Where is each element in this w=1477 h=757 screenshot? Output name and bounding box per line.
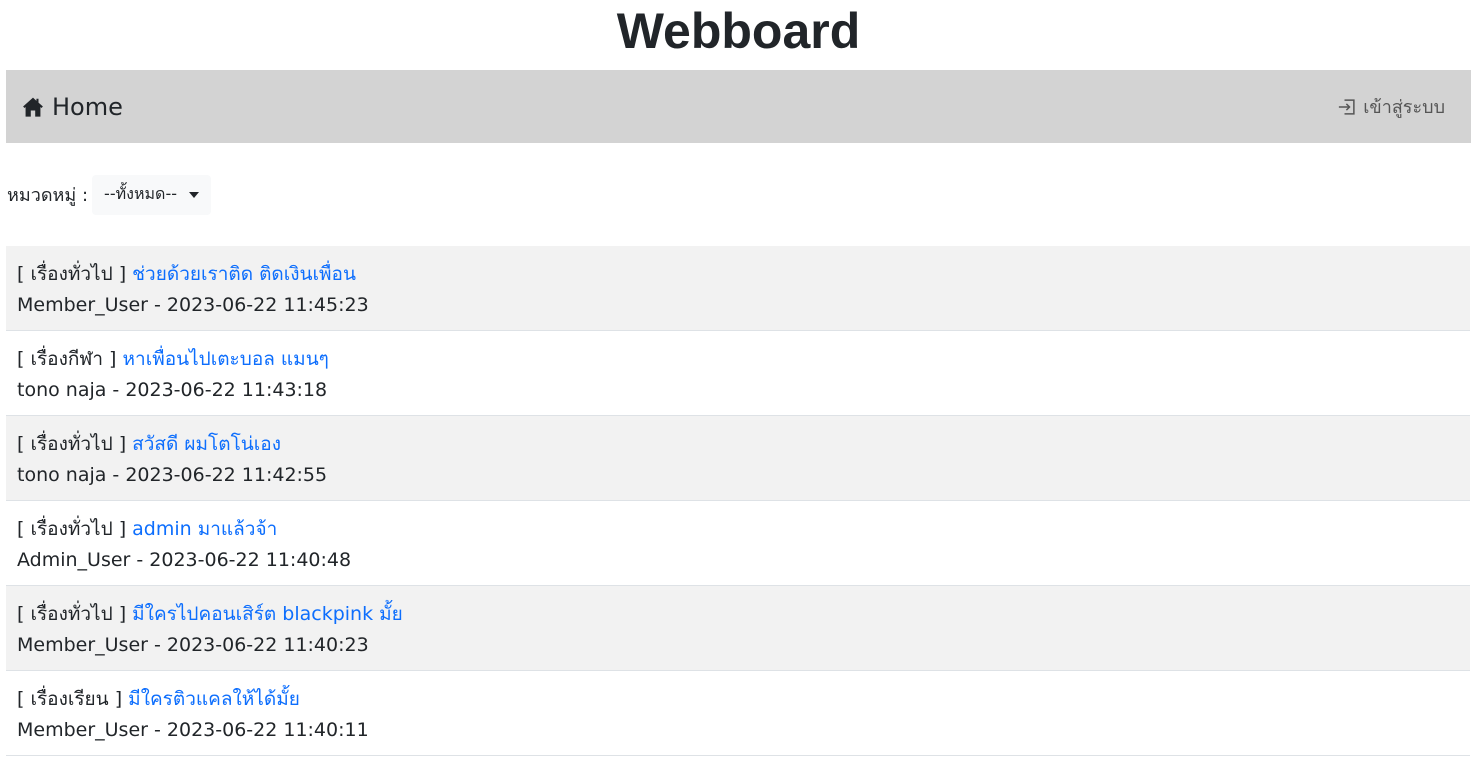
- table-row: [ เรื่องเรียน ] มีใครติวแคลให้ได้มั้ย Me…: [6, 671, 1470, 756]
- login-link[interactable]: เข้าสู่ระบบ: [1337, 92, 1445, 121]
- topic-title-link[interactable]: มีใครไปคอนเสิร์ต blackpink มั้ย: [132, 603, 403, 625]
- category-select[interactable]: --ทั้งหมด--: [92, 174, 211, 215]
- home-link[interactable]: Home: [22, 93, 123, 121]
- topic-category: [ เรื่องกีฬา ]: [17, 348, 117, 370]
- topic-list: [ เรื่องทั่วไป ] ช่วยด้วยเราติด ติดเงินเ…: [6, 246, 1470, 756]
- table-row: [ เรื่องทั่วไป ] มีใครไปคอนเสิร์ต blackp…: [6, 586, 1470, 671]
- category-filter-label: หมวดหมู่ :: [7, 185, 89, 206]
- table-row: [ เรื่องทั่วไป ] admin มาแล้วจ้า Admin_U…: [6, 501, 1470, 586]
- topic-category: [ เรื่องทั่วไป ]: [17, 518, 127, 540]
- topic-category: [ เรื่องทั่วไป ]: [17, 263, 127, 285]
- topic-meta: Member_User - 2023-06-22 11:40:23: [17, 634, 369, 656]
- topic-meta: Admin_User - 2023-06-22 11:40:48: [17, 549, 352, 571]
- table-row: [ เรื่องกีฬา ] หาเพื่อนไปเตะบอล แมนๆ ton…: [6, 331, 1470, 416]
- topic-meta: tono naja - 2023-06-22 11:42:55: [17, 464, 328, 486]
- table-row: [ เรื่องทั่วไป ] สวัสดี ผมโตโน่เอง tono …: [6, 416, 1470, 501]
- login-label: เข้าสู่ระบบ: [1363, 97, 1445, 118]
- topic-title-link[interactable]: admin มาแล้วจ้า: [132, 518, 277, 540]
- page: Webboard Home เข้าสู่ระบบ หมวดหมู่ : --ท…: [0, 0, 1477, 756]
- category-select-value: --ทั้งหมด--: [104, 184, 177, 203]
- topic-title-link[interactable]: หาเพื่อนไปเตะบอล แมนๆ: [123, 348, 329, 370]
- topic-meta: Member_User - 2023-06-22 11:45:23: [17, 294, 369, 316]
- topic-title-link[interactable]: มีใครติวแคลให้ได้มั้ย: [128, 688, 300, 710]
- home-icon: [22, 96, 44, 118]
- topic-meta: tono naja - 2023-06-22 11:43:18: [17, 379, 328, 401]
- topic-title-link[interactable]: สวัสดี ผมโตโน่เอง: [132, 433, 281, 455]
- topic-title-link[interactable]: ช่วยด้วยเราติด ติดเงินเพื่อน: [132, 263, 356, 285]
- topic-category: [ เรื่องทั่วไป ]: [17, 433, 127, 455]
- topic-meta: Member_User - 2023-06-22 11:40:11: [17, 719, 369, 741]
- topic-category: [ เรื่องทั่วไป ]: [17, 603, 127, 625]
- table-row: [ เรื่องทั่วไป ] ช่วยด้วยเราติด ติดเงินเ…: [6, 246, 1470, 331]
- page-title: Webboard: [616, 3, 861, 59]
- chevron-down-icon: [188, 191, 199, 198]
- login-icon: [1337, 97, 1357, 117]
- home-label: Home: [52, 92, 123, 121]
- topic-category: [ เรื่องเรียน ]: [17, 688, 123, 710]
- navbar: Home เข้าสู่ระบบ: [6, 70, 1471, 143]
- category-filter: หมวดหมู่ : --ทั้งหมด--: [6, 143, 1471, 246]
